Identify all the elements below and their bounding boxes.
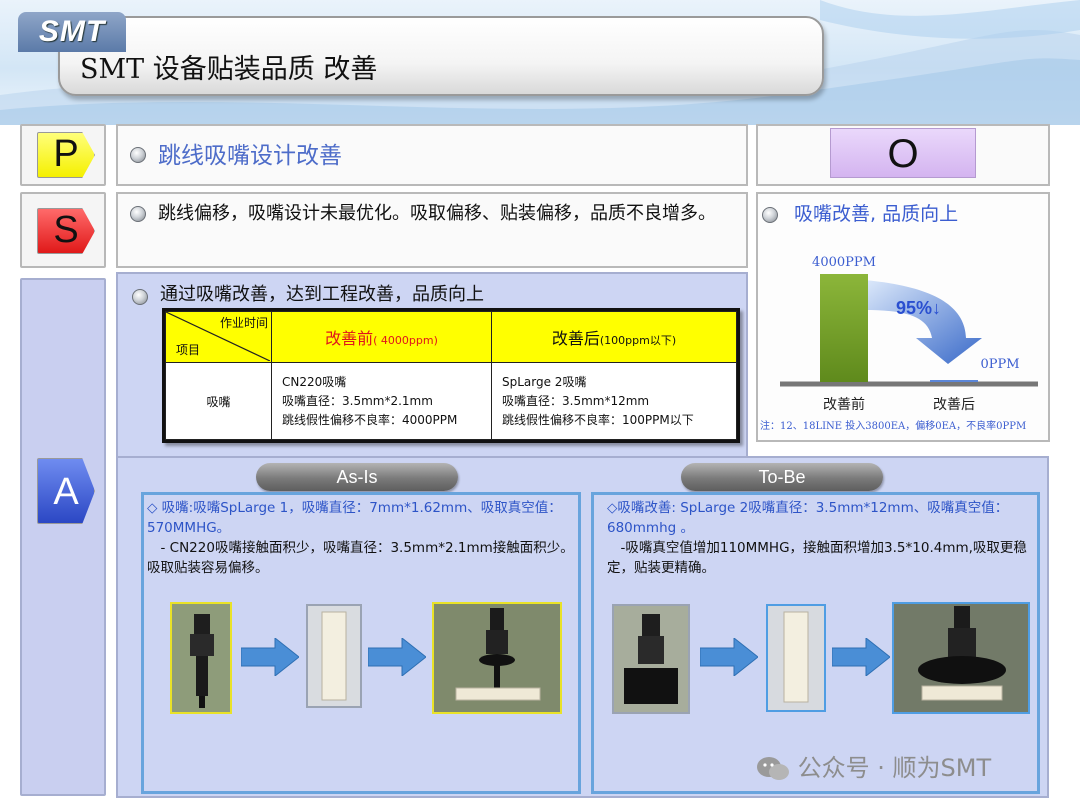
before-line: CN220吸嘴 [282,374,347,389]
to-be-line1: ◇吸嘴改善: SpLarge 2吸嘴直径：3.5mm*12mm、吸嘴真空值：68… [607,500,1009,536]
chart-category-label: 改善前 [823,396,865,413]
table-cell-before: CN220吸嘴 吸嘴直径：3.5mm*2.1mm 跳线假性偏移不良率：4000P… [271,362,492,440]
component-photo [766,604,826,712]
a-heading: 通过吸嘴改善，达到工程改善，品质向上 [160,284,484,305]
as-is-pill: As-Is [256,463,458,491]
flow-arrow-icon [700,638,758,676]
after-line: SpLarge 2吸嘴 [502,374,587,389]
nozzle-cn220-photo [170,602,232,714]
flow-arrow-icon [368,638,426,676]
watermark-text: 公众号 · 顺为SMT [797,754,992,782]
reduction-annotation: 95%↓ [896,298,941,318]
table-cell-after: SpLarge 2吸嘴 吸嘴直径：3.5mm*12mm 跳线假性偏移不良率：10… [491,362,737,440]
flow-arrow-icon [832,638,890,676]
pickup-splarge2-photo [892,602,1030,714]
s-bullet-icon [130,206,146,222]
col-after-label: 改善后 [551,329,600,348]
table-corner-bottom: 项目 [176,343,201,357]
chart-value-label: 0PPM [980,357,1019,372]
pickup-cn220-photo [432,602,562,714]
watermark: 公众号 · 顺为SMT [756,748,1056,788]
to-be-line2: -吸嘴真空值增加110MMHG，接触面积增加3.5*10.4mm,吸取更稳定，贴… [607,540,1027,576]
p-heading: 跳线吸嘴设计改善 [158,143,342,169]
table-row-label: 吸嘴 [165,362,272,440]
s-letter: S [53,209,79,251]
a-bullet-icon [132,289,148,305]
p-letter: P [53,133,79,175]
chart-value-label: 4000PPM [812,255,876,270]
o-bullet-icon [762,207,778,223]
o-heading: 吸嘴改善, 品质向上 [794,203,959,225]
a-tile-frame [20,278,106,796]
nozzle-splarge2-photo [612,604,690,714]
o-letter: O [887,132,919,176]
table-col-before: 改善前( 4000ppm) [271,311,492,363]
after-line: 跳线假性偏移不良率：100PPM以下 [502,412,694,427]
s-text: 跳线偏移，吸嘴设计未最优化。吸取偏移、贴装偏移，品质不良增多。 [158,203,716,224]
col-after-note: (100ppm以下) [599,334,677,347]
chart-bar [930,380,978,382]
decrease-arrow-icon [864,280,982,364]
wechat-icon [756,755,790,783]
table-col-after: 改善后(100ppm以下) [491,311,737,363]
table-corner-cell: 作业时间 项目 [165,311,272,363]
col-before-note: ( 4000ppm) [373,334,438,347]
page-title: SMT 设备贴装品质 改善 [80,54,378,85]
o-tile: O [830,128,976,178]
col-before-label: 改善前 [325,329,374,348]
as-is-line2: - CN220吸嘴接触面积少，吸嘴直径：3.5mm*2.1mm接触面积少。 吸取… [147,540,594,576]
flow-arrow-icon [241,638,299,676]
chart-bar [820,274,868,382]
component-photo [306,604,362,708]
a-letter: A [53,471,79,513]
table-corner-top: 作业时间 [219,316,268,330]
o-note: 注：12、18LINE 投入3800EA，偏移0EA，不良率0PPM [760,421,1027,432]
as-is-line1: ◇ 吸嘴:吸嘴SpLarge 1，吸嘴直径：7mm*1.62mm、吸取真空值：5… [147,500,562,536]
chart-category-label: 改善后 [933,397,975,413]
to-be-pill: To-Be [681,463,883,491]
smt-logo: SMT [18,12,126,52]
improvement-table: 作业时间 项目 改善前( 4000ppm) 改善后(100ppm以下) 吸嘴 C… [162,308,740,443]
before-line: 跳线假性偏移不良率：4000PPM [282,412,458,427]
after-line: 吸嘴直径：3.5mm*12mm [502,393,650,408]
quality-bar-chart: 4000PPM 改善前 0PPM 改善后 95%↓ [780,255,1038,413]
before-line: 吸嘴直径：3.5mm*2.1mm [282,393,433,408]
p-bullet-icon [130,147,146,163]
